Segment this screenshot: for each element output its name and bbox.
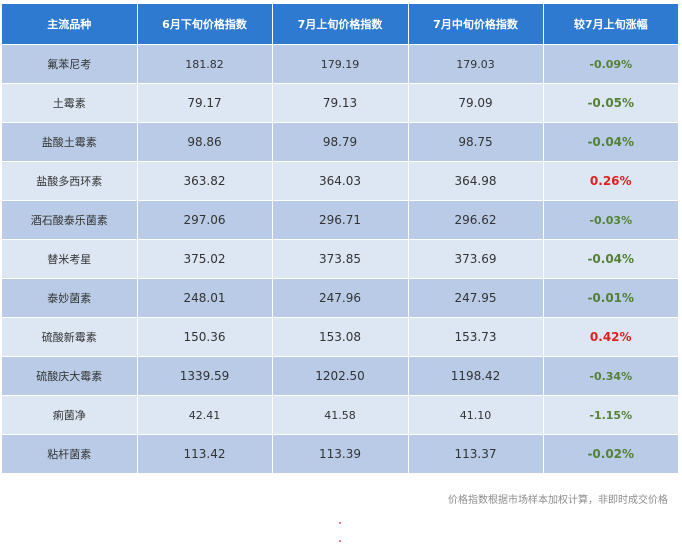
table-row: 硫酸庆大霉素 1339.59 1202.50 1198.42 -0.34%	[2, 356, 678, 396]
july-early-value: 98.79	[272, 122, 409, 162]
table-row: 盐酸多西环素 363.82 364.03 364.98 0.26%	[2, 161, 678, 201]
july-mid-value: 98.75	[408, 122, 544, 162]
july-early-value: 79.13	[272, 83, 409, 123]
june-late-value: 1339.59	[137, 356, 273, 396]
table-row: 土霉素 79.17 79.13 79.09 -0.05%	[2, 83, 678, 123]
june-late-value: 363.82	[137, 161, 273, 201]
price-index-table-container: 主流品种 6月下旬价格指数 7月上旬价格指数 7月中旬价格指数 较7月上旬涨幅 …	[2, 4, 678, 473]
july-mid-value: 79.09	[408, 83, 544, 123]
july-early-value: 364.03	[272, 161, 409, 201]
decorative-dot	[339, 540, 341, 542]
footnote: 价格指数根据市场样本加权计算，非即时成交价格	[448, 495, 668, 506]
june-late-value: 98.86	[137, 122, 273, 162]
june-late-value: 113.42	[137, 434, 273, 473]
table-row: 痢菌净 42.41 41.58 41.10 -1.15%	[2, 395, 678, 435]
july-mid-value: 179.03	[408, 44, 544, 84]
table-row: 酒石酸泰乐菌素 297.06 296.71 296.62 -0.03%	[2, 200, 678, 240]
change-value: 0.26%	[543, 161, 678, 201]
july-early-value: 247.96	[272, 278, 409, 318]
variety-name: 替米考星	[2, 239, 138, 279]
change-value: -0.05%	[543, 83, 678, 123]
june-late-value: 79.17	[137, 83, 273, 123]
variety-name: 粘杆菌素	[2, 434, 138, 473]
july-early-value: 41.58	[272, 395, 409, 435]
june-late-value: 248.01	[137, 278, 273, 318]
change-value: -0.01%	[543, 278, 678, 318]
table-row: 替米考星 375.02 373.85 373.69 -0.04%	[2, 239, 678, 279]
july-mid-value: 41.10	[408, 395, 544, 435]
variety-name: 盐酸土霉素	[2, 122, 138, 162]
table-row: 硫酸新霉素 150.36 153.08 153.73 0.42%	[2, 317, 678, 357]
table-row: 盐酸土霉素 98.86 98.79 98.75 -0.04%	[2, 122, 678, 162]
change-value: 0.42%	[543, 317, 678, 357]
july-early-value: 179.19	[272, 44, 409, 84]
variety-name: 盐酸多西环素	[2, 161, 138, 201]
july-mid-value: 373.69	[408, 239, 544, 279]
july-mid-value: 364.98	[408, 161, 544, 201]
header-change: 较7月上旬涨幅	[543, 4, 678, 45]
july-mid-value: 247.95	[408, 278, 544, 318]
variety-name: 酒石酸泰乐菌素	[2, 200, 138, 240]
header-june-late: 6月下旬价格指数	[137, 4, 273, 45]
june-late-value: 181.82	[137, 44, 273, 84]
july-mid-value: 296.62	[408, 200, 544, 240]
july-mid-value: 1198.42	[408, 356, 544, 396]
table-row: 氟苯尼考 181.82 179.19 179.03 -0.09%	[2, 44, 678, 84]
june-late-value: 42.41	[137, 395, 273, 435]
change-value: -0.03%	[543, 200, 678, 240]
change-value: -0.09%	[543, 44, 678, 84]
variety-name: 泰妙菌素	[2, 278, 138, 318]
decorative-dot	[339, 522, 341, 524]
price-index-table: 主流品种 6月下旬价格指数 7月上旬价格指数 7月中旬价格指数 较7月上旬涨幅 …	[2, 4, 678, 473]
change-value: -0.04%	[543, 122, 678, 162]
header-july-mid: 7月中旬价格指数	[408, 4, 544, 45]
july-early-value: 113.39	[272, 434, 409, 473]
june-late-value: 150.36	[137, 317, 273, 357]
july-early-value: 373.85	[272, 239, 409, 279]
variety-name: 硫酸新霉素	[2, 317, 138, 357]
header-variety: 主流品种	[2, 4, 138, 45]
variety-name: 氟苯尼考	[2, 44, 138, 84]
variety-name: 痢菌净	[2, 395, 138, 435]
july-mid-value: 113.37	[408, 434, 544, 473]
july-mid-value: 153.73	[408, 317, 544, 357]
variety-name: 土霉素	[2, 83, 138, 123]
change-value: -0.04%	[543, 239, 678, 279]
table-row: 粘杆菌素 113.42 113.39 113.37 -0.02%	[2, 434, 678, 473]
july-early-value: 1202.50	[272, 356, 409, 396]
july-early-value: 153.08	[272, 317, 409, 357]
variety-name: 硫酸庆大霉素	[2, 356, 138, 396]
change-value: -0.02%	[543, 434, 678, 473]
table-header-row: 主流品种 6月下旬价格指数 7月上旬价格指数 7月中旬价格指数 较7月上旬涨幅	[2, 4, 678, 45]
change-value: -0.34%	[543, 356, 678, 396]
table-row: 泰妙菌素 248.01 247.96 247.95 -0.01%	[2, 278, 678, 318]
july-early-value: 296.71	[272, 200, 409, 240]
header-july-early: 7月上旬价格指数	[272, 4, 409, 45]
june-late-value: 297.06	[137, 200, 273, 240]
june-late-value: 375.02	[137, 239, 273, 279]
change-value: -1.15%	[543, 395, 678, 435]
